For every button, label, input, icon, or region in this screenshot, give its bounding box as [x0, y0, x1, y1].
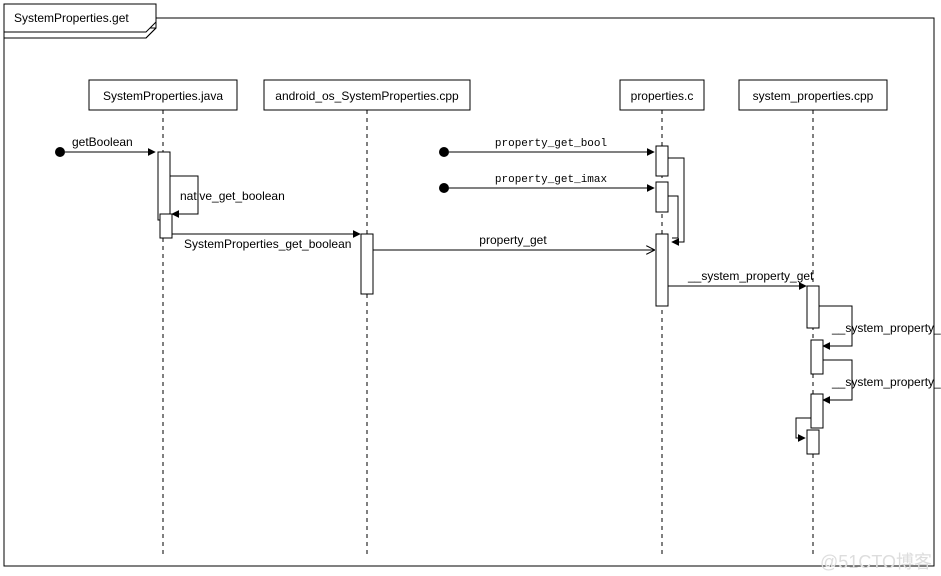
msg-SystemProperties_get_boolean: SystemProperties_get_boolean	[184, 237, 351, 251]
found-message-icon	[439, 183, 449, 193]
msg-__system_property_get: __system_property_get	[687, 269, 814, 283]
msg-__system_property_read-2: __system_property_read	[831, 375, 941, 389]
participant-3: properties.c	[631, 89, 694, 103]
msg-getBoolean: getBoolean	[72, 135, 133, 149]
participant-4: system_properties.cpp	[753, 89, 874, 103]
found-message-icon	[439, 147, 449, 157]
diagram-title: SystemProperties.get	[14, 11, 129, 25]
msg-property_get_imax: property_get_imax	[495, 174, 608, 186]
msg-__system_property_read-1: __system_property_read	[831, 321, 941, 335]
participant-1: SystemProperties.java	[103, 89, 223, 103]
msg-property_get_bool: property_get_bool	[495, 138, 607, 150]
found-message-start-icon	[55, 147, 65, 157]
watermark: @51CTO博客	[820, 552, 932, 572]
msg-property_get: property_get	[479, 233, 547, 247]
participant-2: android_os_SystemProperties.cpp	[275, 89, 459, 103]
sequence-diagram: SystemProperties.get SystemProperties.ge…	[0, 0, 941, 576]
msg-native_get_boolean: native_get_boolean	[180, 189, 285, 203]
